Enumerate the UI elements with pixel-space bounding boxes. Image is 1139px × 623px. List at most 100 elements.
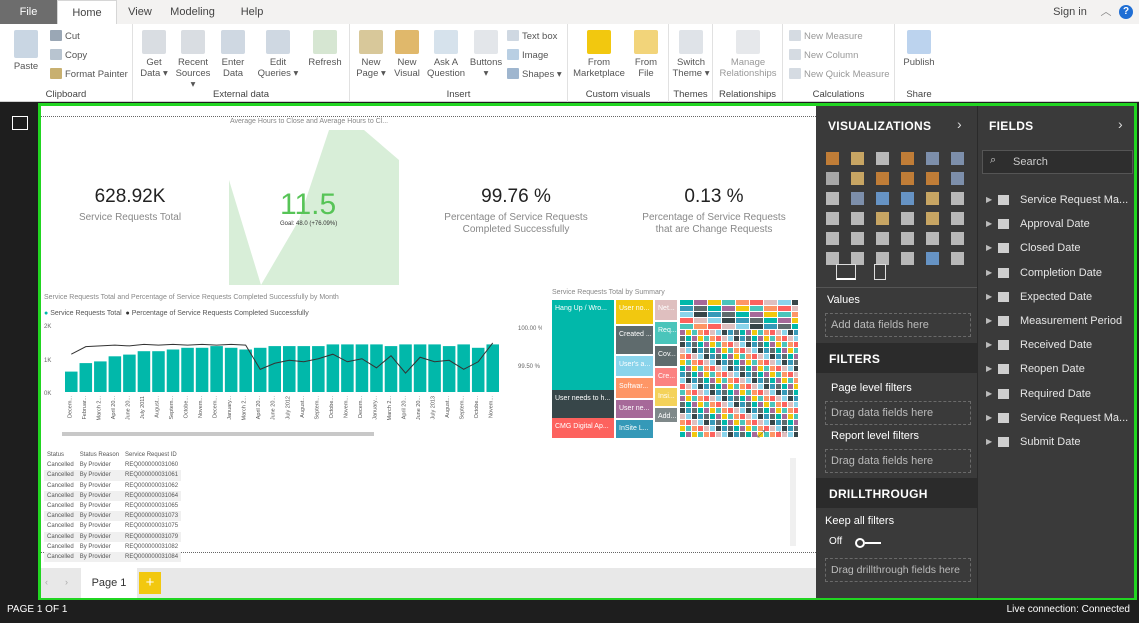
chevron-right-icon[interactable]: › <box>957 116 962 132</box>
treemap-small-tile[interactable] <box>758 336 763 341</box>
bar-mark[interactable] <box>428 344 441 392</box>
expand-triangle-icon[interactable]: ▶ <box>986 407 992 429</box>
treemap-small-tile[interactable] <box>698 330 703 335</box>
field-table-item[interactable]: ▶ Closed Date <box>978 237 1135 259</box>
treemap-small-tile[interactable] <box>728 366 733 371</box>
treemap-small-tile[interactable] <box>710 396 715 401</box>
treemap-small-tile[interactable] <box>704 414 709 419</box>
field-table-item[interactable]: ▶ Expected Date <box>978 286 1135 308</box>
treemap-small-tile[interactable] <box>698 432 703 437</box>
treemap-small-tile[interactable] <box>680 306 693 311</box>
treemap-small-tile[interactable] <box>716 360 721 365</box>
bar-mark[interactable] <box>341 344 354 392</box>
treemap-small-tile[interactable] <box>694 318 707 323</box>
from-marketplace-button[interactable]: From Marketplace <box>572 30 626 79</box>
treemap-small-tile[interactable] <box>770 414 775 419</box>
treemap-small-tile[interactable] <box>788 366 793 371</box>
treemap-small-tile[interactable] <box>740 414 745 419</box>
treemap-small-tile[interactable] <box>752 372 757 377</box>
treemap-small-tile[interactable] <box>752 414 757 419</box>
treemap-small-tile[interactable] <box>680 300 693 305</box>
edit-queries-button[interactable]: Edit Queries ▾ <box>257 30 299 79</box>
treemap-small-tile[interactable] <box>740 360 745 365</box>
treemap-small-tile[interactable] <box>728 354 733 359</box>
treemap-small-tile[interactable] <box>740 384 745 389</box>
treemap-small-tile[interactable] <box>716 330 721 335</box>
treemap-small-tile[interactable] <box>778 318 791 323</box>
treemap-small-tile[interactable] <box>680 372 685 377</box>
treemap-small-tile[interactable] <box>764 402 769 407</box>
treemap-small-tile[interactable] <box>776 402 781 407</box>
chevron-right-icon[interactable]: › <box>1118 116 1123 132</box>
combo-chart[interactable]: 2K 1K 0K 100.00 % 99.50 % Decem... Februar... M… <box>42 318 542 438</box>
treemap-small-tile[interactable] <box>764 348 769 353</box>
treemap-small-tile[interactable] <box>680 390 685 395</box>
treemap-small-tile[interactable] <box>716 390 721 395</box>
treemap-small-tile[interactable] <box>758 354 763 359</box>
treemap-small-tile[interactable] <box>698 354 703 359</box>
table-header[interactable]: Status Reason <box>77 450 122 460</box>
treemap-small-tile[interactable] <box>686 366 691 371</box>
treemap-small-tile[interactable] <box>722 414 727 419</box>
treemap-small-tile[interactable] <box>710 420 715 425</box>
treemap-small-tile[interactable] <box>728 384 733 389</box>
treemap-small-tile[interactable] <box>782 348 787 353</box>
treemap-small-tile[interactable] <box>680 432 685 437</box>
publish-button[interactable]: Publish <box>899 30 939 68</box>
treemap-small-tile[interactable] <box>776 366 781 371</box>
treemap-small-tile[interactable] <box>704 366 709 371</box>
treemap-small-tile[interactable] <box>704 402 709 407</box>
format-painter-button[interactable]: Format Painter <box>50 68 128 80</box>
treemap-small-tile[interactable] <box>752 390 757 395</box>
treemap-small-tile[interactable] <box>692 396 697 401</box>
table-row[interactable]: Cancelled By Provider REQ000000031082 <box>44 542 181 552</box>
treemap-small-tile[interactable] <box>736 324 749 329</box>
treemap-small-tile[interactable] <box>716 354 721 359</box>
treemap-small-tile[interactable] <box>722 432 727 437</box>
treemap-small-tile[interactable] <box>680 396 685 401</box>
treemap-small-tile[interactable] <box>746 408 751 413</box>
bar-mark[interactable] <box>166 349 180 393</box>
tab-modeling[interactable]: Modeling <box>165 0 220 24</box>
treemap-small-tile[interactable] <box>758 414 763 419</box>
treemap-small-tile[interactable] <box>794 372 798 377</box>
treemap-small-tile[interactable] <box>794 420 798 425</box>
treemap-small-tile[interactable] <box>794 408 798 413</box>
treemap-small-tile[interactable] <box>788 348 793 353</box>
treemap-small-tile[interactable] <box>776 408 781 413</box>
treemap-small-tile[interactable] <box>758 372 763 377</box>
treemap-small-tile[interactable] <box>686 342 691 347</box>
treemap-small-tile[interactable] <box>710 348 715 353</box>
treemap-small-tile[interactable] <box>680 366 685 371</box>
treemap-small-tile[interactable] <box>746 360 751 365</box>
treemap-small-tile[interactable] <box>776 378 781 383</box>
tab-home[interactable]: Home <box>57 0 117 25</box>
treemap-small-tile[interactable] <box>686 336 691 341</box>
treemap-small-tile[interactable] <box>728 330 733 335</box>
manage-relationships-button[interactable]: Manage Relationships <box>716 30 780 79</box>
treemap-chart[interactable]: Hang Up / Wro... User needs to h... CMG Di… <box>552 300 798 438</box>
treemap-small-tile[interactable] <box>734 330 739 335</box>
treemap-small-tile[interactable] <box>764 324 777 329</box>
field-table-item[interactable]: ▶ Required Date <box>978 383 1135 405</box>
treemap-small-tile[interactable] <box>728 420 733 425</box>
treemap-small-tile[interactable] <box>692 402 697 407</box>
treemap-small-tile[interactable] <box>692 348 697 353</box>
treemap-small-tile[interactable] <box>710 366 715 371</box>
treemap-small-tile[interactable] <box>722 420 727 425</box>
treemap-small-tile[interactable] <box>770 396 775 401</box>
treemap-small-tile[interactable] <box>746 372 751 377</box>
treemap-small-tile[interactable] <box>708 306 721 311</box>
treemap-small-tile[interactable] <box>704 426 709 431</box>
treemap-small-tile[interactable] <box>770 342 775 347</box>
expand-triangle-icon[interactable]: ▶ <box>986 431 992 453</box>
treemap-small-tile[interactable] <box>740 408 745 413</box>
treemap-small-tile[interactable] <box>698 336 703 341</box>
visual-type-icon[interactable] <box>826 212 839 225</box>
treemap-small-tile[interactable] <box>776 342 781 347</box>
treemap-small-tile[interactable] <box>752 342 757 347</box>
bar-mark[interactable] <box>108 356 122 392</box>
treemap-small-tile[interactable] <box>686 384 691 389</box>
visual-type-icon[interactable] <box>951 232 964 245</box>
treemap-small-tile[interactable] <box>752 360 757 365</box>
